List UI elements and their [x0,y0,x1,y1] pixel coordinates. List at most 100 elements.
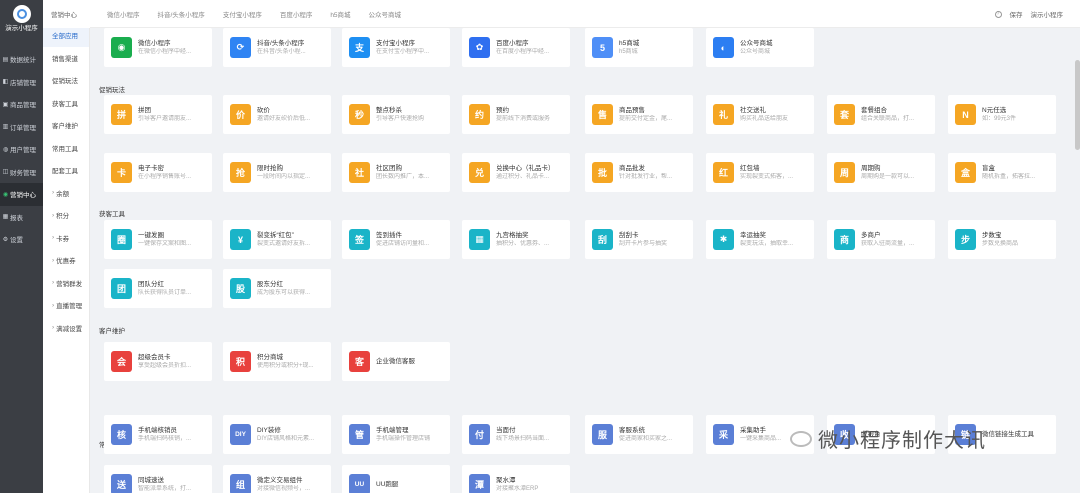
subnav-item-4[interactable]: 客户维护 [43,114,89,137]
app-card[interactable]: 盒盲盒 随机拆盒，拓客拉... [948,153,1056,192]
chevron-right-icon: › [52,211,55,219]
subnav-label: 销售渠道 [52,55,78,63]
tab-channel-3[interactable]: 百度小程序 [271,9,322,19]
app-card[interactable]: 核手机端核销员 手机端扫码核销，... [104,415,212,454]
tab-channel-4[interactable]: h5商城 [321,9,359,19]
app-icon: 批 [592,162,613,183]
app-card[interactable]: 圈一键发圈 一键保存文案和图... [104,220,212,259]
sidebar-item-4[interactable]: ◍ 用户管理 [0,138,43,161]
app-description: 促进店铺访问量和... [376,240,430,247]
app-icon: 送 [111,474,132,493]
app-card[interactable]: 兑兑换中心（礼品卡） 通过积分、礼品卡... [462,153,570,192]
app-card[interactable]: 价砍价 邀请好友砍价后低... [223,95,331,134]
subnav-item-8[interactable]: › 积分 [43,204,89,227]
app-icon: 盒 [955,162,976,183]
sidebar-item-1[interactable]: ◧ 店铺管理 [0,71,43,94]
tab-channel-2[interactable]: 支付宝小程序 [214,9,271,19]
app-card[interactable]: 批商品批发 针对批发行业，帮... [585,153,693,192]
tab-channel-5[interactable]: 公众号商城 [360,9,411,19]
sidebar-item-6[interactable]: ◉ 营销中心 [0,183,43,206]
app-name: 步数宝 [982,231,1002,239]
app-card[interactable]: N N元任选 如：99元3件 [948,95,1056,134]
app-card[interactable]: DIY DIY装修 DIY店铺风格和元素... [223,415,331,454]
subnav-item-13[interactable]: › 满减设置 [43,317,89,340]
sidebar-item-7[interactable]: ▦ 报表 [0,206,43,229]
app-icon: ✿ [469,37,490,58]
subnav-label: 优惠券 [56,258,76,266]
subnav-item-3[interactable]: 获客工具 [43,92,89,115]
app-name: 支付宝小程序 [376,39,415,47]
app-name: 红包墙 [740,164,760,172]
app-card[interactable]: 秒整点秒杀 引导客户快速抢购 [342,95,450,134]
app-card[interactable]: ◐ 公众号商城 公众号商城 [706,28,814,67]
finance-icon: ◫ [2,169,9,176]
app-card[interactable]: 套套餐组合 组合关联商品，打... [827,95,935,134]
app-icon: 核 [111,424,132,445]
subnav-label: 余额 [56,190,70,198]
app-card[interactable]: ¥ 裂变拆“红包” 裂变式邀请好友拆... [223,220,331,259]
app-card[interactable]: 红红包墙 实现裂变式拓客，... [706,153,814,192]
app-card[interactable]: 付当面付 线下场景扫码当面... [462,415,570,454]
app-card[interactable]: 商多商户 获取入驻商流量，... [827,220,935,259]
tab-channel-0[interactable]: 微信小程序 [90,9,149,19]
app-card[interactable]: 周周期购 周期购是一款可以... [827,153,935,192]
app-card[interactable]: 组微定义交易组件 对接微信视频号，... [223,465,331,493]
app-card[interactable]: 售商品预售 提前交付定金，尾... [585,95,693,134]
app-description: 线下场景扫码当面... [496,435,550,442]
sidebar-item-8[interactable]: ⚙ 设置 [0,228,43,251]
subnav-item-11[interactable]: › 营销群发 [43,272,89,295]
app-card[interactable]: 刮刮刮卡 刮开卡片参与抽奖 [585,220,693,259]
sidebar-item-3[interactable]: ▥ 订单管理 [0,116,43,139]
subnav-item-9[interactable]: › 卡券 [43,227,89,250]
app-card[interactable]: 社社区团购 团长数内推广，本... [342,153,450,192]
app-card[interactable]: 管手机端管理 手机端操作管理店铺 [342,415,450,454]
sidebar-item-2[interactable]: ▣ 商品管理 [0,93,43,116]
subnav-item-10[interactable]: › 优惠券 [43,249,89,272]
subnav-item-1[interactable]: 销售渠道 [43,47,89,70]
app-card[interactable]: 拼拼团 引导客户邀请朋友... [104,95,212,134]
content-scrollbar[interactable] [1075,60,1080,150]
account-switcher[interactable]: 演示小程序 [1031,9,1064,19]
app-card[interactable]: 潭聚水潭 对接聚水潭ERP [462,465,570,493]
app-card[interactable]: 股股东分红 成为股东可以获得... [223,269,331,308]
app-card[interactable]: ⟳ 抖音/头条小程序 在抖音/头条小程... [223,28,331,67]
app-name: 砍价 [257,106,270,114]
app-card[interactable]: 约预约 提前线下消费或服务 [462,95,570,134]
help-icon[interactable]: ? [994,10,1002,18]
app-card[interactable]: 支支付宝小程序 在支付宝小程序中... [342,28,450,67]
app-card[interactable]: UU UU跑腿 [342,465,450,493]
app-card[interactable]: 礼社交送礼 购买礼品送给朋友 [706,95,814,134]
app-card[interactable]: 服客服系统 促进商家和买家之... [585,415,693,454]
subnav-item-12[interactable]: › 直播管理 [43,294,89,317]
subnav-item-2[interactable]: 促销玩法 [43,69,89,92]
app-card[interactable]: 团团队分红 队长获得队员订单... [104,269,212,308]
subnav-item-6[interactable]: 配套工具 [43,159,89,182]
app-description: h5商城 [619,48,638,55]
app-name: h5商城 [619,39,640,47]
sidebar-item-0[interactable]: ▤ 数据统计 [0,48,43,71]
app-card[interactable]: 客企业微信客服 [342,342,450,381]
app-card[interactable]: 送同城速送 智能派单系统，打... [104,465,212,493]
subnav-item-7[interactable]: › 余额 [43,182,89,205]
app-icon: UU [349,474,370,493]
app-description: 手机端操作管理店铺 [376,435,431,442]
app-card[interactable]: 步步数宝 步数兑换商品 [948,220,1056,259]
app-card[interactable]: ◉ 微信小程序 在微信小程序中经... [104,28,212,67]
app-logo[interactable]: 演示小程序 [0,0,43,48]
subnav-item-5[interactable]: 常用工具 [43,137,89,160]
app-card[interactable]: ✱ 幸运抽奖 裂变玩法，抽取幸... [706,220,814,259]
app-card[interactable]: 积积分商城 使用积分或积分+现... [223,342,331,381]
save-button[interactable]: 保存 [1010,9,1023,19]
app-icon: 团 [111,278,132,299]
app-card[interactable]: ✿ 百度小程序 在百度小程序中经... [462,28,570,67]
app-name: 演示小程序 [5,25,38,32]
app-name: 签到插件 [376,231,402,239]
tab-channel-1[interactable]: 抖音/头条小程序 [149,9,214,19]
app-card[interactable]: 会超级会员卡 享受超级会员折扣... [104,342,212,381]
app-card[interactable]: 卡电子卡密 在小程序销售账号... [104,153,212,192]
sidebar-item-5[interactable]: ◫ 财务管理 [0,161,43,184]
app-card[interactable]: 抢限时抢购 一段时间内以指定... [223,153,331,192]
app-card[interactable]: 签签到插件 促进店铺访问量和... [342,220,450,259]
app-card[interactable]: ▦ 九宫格抽奖 抽积分、优惠券、... [462,220,570,259]
app-card[interactable]: 5 h5商城 h5商城 [585,28,693,67]
